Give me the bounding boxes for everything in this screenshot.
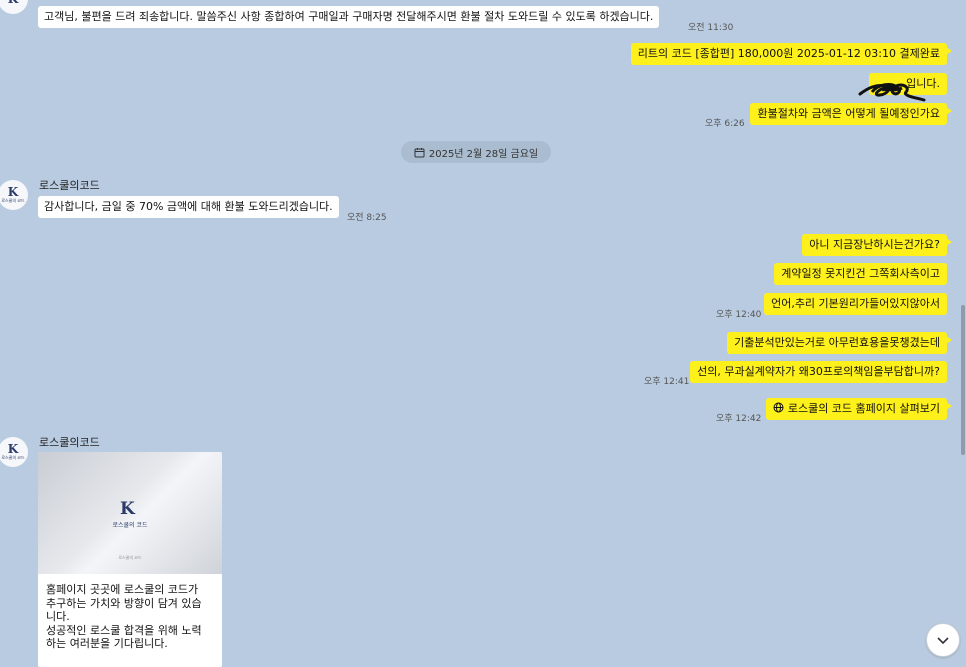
message-time: 오후 12:41 xyxy=(644,377,690,387)
outgoing-message[interactable]: 리트의 코드 [종합편] 180,000원 2025-01-12 03:10 결… xyxy=(630,43,953,65)
message-text: 선의, 무과실계약자가 왜30프로의책임을부담합니까? xyxy=(697,365,940,378)
card-thumbnail[interactable]: K 로스쿨의 코드 로스쿨의 코드 xyxy=(38,452,222,574)
message-text: 아니 지금장난하시는건가요? xyxy=(809,238,940,251)
card-logo-icon: K xyxy=(120,499,135,519)
sender-avatar[interactable]: K xyxy=(0,0,28,14)
message-time: 오후 12:40 xyxy=(716,310,762,320)
sender-avatar[interactable]: K 로스쿨의 코드 xyxy=(0,437,28,467)
avatar-logo-text: 로스쿨의 코드 xyxy=(1,198,25,203)
date-text: 2025년 2월 28일 금요일 xyxy=(428,148,539,160)
outgoing-message[interactable]: 환불절차와 금액은 어떻게 될예정인가요 xyxy=(750,103,952,125)
message-text: 리트의 코드 [종합편] 180,000원 2025-01-12 03:10 결… xyxy=(637,47,940,60)
message-text: 로스쿨의 코드 홈페이지 살펴보기 xyxy=(787,402,940,415)
message-time: 오전 8:25 xyxy=(347,213,387,223)
globe-icon xyxy=(773,402,784,413)
message-time: 오전 11:30 xyxy=(688,23,734,33)
card-description: 홈페이지 곳곳에 로스쿨의 코드가 추구하는 가치와 방향이 담겨 있습 니다.… xyxy=(46,583,202,650)
chevron-down-icon xyxy=(937,637,949,645)
scrollbar-thumb[interactable] xyxy=(961,305,965,455)
sender-name: 로스쿨의코드 xyxy=(39,436,100,449)
scroll-to-bottom-button[interactable] xyxy=(926,623,960,657)
avatar-logo-icon: K xyxy=(8,0,18,5)
website-link-message[interactable]: 로스쿨의 코드 홈페이지 살펴보기 xyxy=(766,398,952,420)
incoming-message[interactable]: 고객님, 불편을 드려 죄송합니다. 말씀주신 사항 종합하여 구매일과 구매자… xyxy=(38,6,660,28)
card-logo-name: 로스쿨의 코드 xyxy=(112,522,148,529)
outgoing-message[interactable]: 아니 지금장난하시는건가요? xyxy=(802,234,952,256)
outgoing-message[interactable]: 선의, 무과실계약자가 왜30프로의책임을부담합니까? xyxy=(690,361,947,383)
message-text: 기출분석만있는거로 아무런효용을못챙겼는데 xyxy=(734,336,940,349)
outgoing-message[interactable]: 언어,추리 기본원리가들어있지않아서 xyxy=(764,293,947,315)
sender-avatar[interactable]: K 로스쿨의 코드 xyxy=(0,180,28,210)
outgoing-message[interactable]: 계약일정 못지킨건 그쪽회사측이고 xyxy=(774,263,947,285)
outgoing-message[interactable]: 기출분석만있는거로 아무런효용을못챙겼는데 xyxy=(727,332,952,354)
avatar-logo-icon: K xyxy=(7,442,19,456)
message-text: 계약일정 못지킨건 그쪽회사측이고 xyxy=(781,267,940,280)
message-text: 환불절차와 금액은 어떻게 될예정인가요 xyxy=(757,107,940,120)
redaction-scribble xyxy=(858,83,926,102)
sender-name: 로스쿨의코드 xyxy=(39,179,100,192)
message-text: 고객님, 불편을 드려 죄송합니다. 말씀주신 사항 종합하여 구매일과 구매자… xyxy=(44,10,654,23)
website-card[interactable]: K 로스쿨의 코드 로스쿨의 코드 홈페이지 곳곳에 로스쿨의 코드가 추구하는… xyxy=(38,452,222,667)
calendar-icon xyxy=(414,147,425,157)
card-small-text: 로스쿨의 코드 xyxy=(118,555,142,560)
message-time: 오후 6:26 xyxy=(705,119,745,129)
message-text: 언어,추리 기본원리가들어있지않아서 xyxy=(771,297,940,310)
avatar-logo-icon: K xyxy=(7,185,19,199)
avatar-logo-text: 로스쿨의 코드 xyxy=(1,455,25,460)
message-time: 오후 12:42 xyxy=(716,414,762,424)
date-divider: 2025년 2월 28일 금요일 xyxy=(401,141,551,163)
message-text: 감사합니다, 금일 중 70% 금액에 대해 환불 도와드리겠습니다. xyxy=(44,200,333,213)
incoming-message[interactable]: 감사합니다, 금일 중 70% 금액에 대해 환불 도와드리겠습니다. xyxy=(38,196,339,218)
